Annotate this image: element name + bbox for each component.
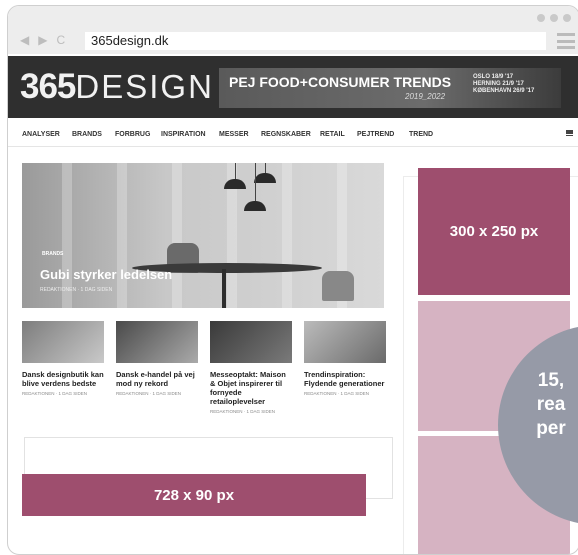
lamp-icon: [254, 173, 276, 183]
lamp-cord: [265, 163, 266, 173]
ad-leaderboard[interactable]: 728 x 90 px: [22, 474, 366, 516]
nav-item-trend[interactable]: TREND: [409, 131, 433, 138]
chair-icon: [322, 271, 354, 301]
hero-category[interactable]: BRANDS: [42, 251, 63, 257]
banner-date: HERNING 21/9 '17: [473, 81, 524, 87]
browser-toolbar: ◀ ▶ C 365design.dk: [8, 6, 578, 54]
nav-item-forbrug[interactable]: FORBRUG: [115, 131, 150, 138]
banner-title: PEJ FOOD+CONSUMER TRENDS: [229, 74, 452, 90]
forward-icon[interactable]: ▶: [38, 33, 47, 47]
logo-bold: 365: [20, 67, 76, 106]
address-bar[interactable]: 365design.dk: [85, 32, 546, 50]
hero-article[interactable]: BRANDS Gubi styrker ledelsen REDAKTIONEN…: [22, 163, 384, 308]
hero-decor: [282, 163, 292, 308]
main-nav: ANALYSER BRANDS FORBRUG INSPIRATION MESS…: [8, 126, 578, 147]
browser-nav: ◀ ▶ C: [20, 33, 65, 47]
nav-menu-icon[interactable]: [566, 130, 573, 136]
banner-date: KØBENHAVN 26/9 '17: [473, 88, 535, 94]
banner-date: OSLO 18/9 '17: [473, 74, 514, 80]
nav-item-regnskaber[interactable]: REGNSKABER: [261, 131, 311, 138]
header-banner-ad[interactable]: PEJ FOOD+CONSUMER TRENDS 2019_2022 OSLO …: [219, 68, 561, 108]
article-card[interactable]: Trendinspiration: Flydende generationer …: [304, 321, 386, 396]
hero-decor: [117, 163, 127, 308]
site-header: 365DESIGN PEJ FOOD+CONSUMER TRENDS 2019_…: [8, 56, 578, 118]
lamp-icon: [224, 179, 246, 189]
nav-item-analyser[interactable]: ANALYSER: [22, 131, 60, 138]
window-dot[interactable]: [537, 14, 545, 22]
nav-item-brands[interactable]: BRANDS: [72, 131, 102, 138]
browser-menu-icon[interactable]: [557, 33, 575, 49]
article-thumbnail[interactable]: [22, 321, 104, 363]
ad-rectangle[interactable]: 300 x 250 px: [418, 168, 570, 295]
article-meta: REDAKTIONEN · 1 DAG SIDEN: [22, 391, 88, 396]
reach-line: rea: [536, 394, 566, 415]
article-card[interactable]: Dansk e-handel på vej mod ny rekord REDA…: [116, 321, 198, 396]
window-controls: [537, 14, 571, 22]
hero-meta: REDAKTIONEN · 1 DAG SIDEN: [40, 287, 113, 293]
site-logo[interactable]: 365DESIGN: [20, 68, 214, 106]
reach-line: 15,: [537, 370, 565, 391]
nav-item-pejtrend[interactable]: PEJTREND: [357, 131, 394, 138]
nav-item-messer[interactable]: MESSER: [219, 131, 249, 138]
article-title[interactable]: Dansk designbutik kan blive verdens beds…: [22, 370, 104, 388]
article-meta: REDAKTIONEN · 1 DAG SIDEN: [304, 391, 370, 396]
banner-dates: OSLO 18/9 '17 HERNING 21/9 '17 KØBENHAVN…: [473, 74, 534, 95]
article-card[interactable]: Dansk designbutik kan blive verdens beds…: [22, 321, 104, 396]
reach-badge-text: 15, rea per: [515, 369, 578, 441]
article-title[interactable]: Messeoptakt: Maison & Objet inspirerer t…: [210, 370, 292, 406]
article-meta: REDAKTIONEN · 1 DAG SIDEN: [210, 409, 276, 414]
window-dot[interactable]: [563, 14, 571, 22]
lamp-icon: [244, 201, 266, 211]
reload-icon[interactable]: C: [56, 33, 65, 47]
article-title[interactable]: Dansk e-handel på vej mod ny rekord: [116, 370, 198, 388]
nav-item-inspiration[interactable]: INSPIRATION: [161, 131, 206, 138]
article-card[interactable]: Messeoptakt: Maison & Objet inspirerer t…: [210, 321, 292, 414]
browser-window: ◀ ▶ C 365design.dk 365DESIGN PEJ FOOD+CO…: [7, 5, 578, 555]
article-title[interactable]: Trendinspiration: Flydende generationer: [304, 370, 386, 388]
window-dot[interactable]: [550, 14, 558, 22]
reach-line: per: [536, 418, 566, 439]
banner-subtitle: 2019_2022: [405, 92, 446, 101]
article-thumbnail[interactable]: [210, 321, 292, 363]
logo-thin: DESIGN: [75, 68, 214, 105]
article-thumbnail[interactable]: [304, 321, 386, 363]
table-leg: [222, 269, 226, 308]
article-thumbnail[interactable]: [116, 321, 198, 363]
back-icon[interactable]: ◀: [20, 33, 29, 47]
article-meta: REDAKTIONEN · 1 DAG SIDEN: [116, 391, 182, 396]
lamp-cord: [255, 163, 256, 201]
hero-title[interactable]: Gubi styrker ledelsen: [40, 267, 172, 282]
hero-decor: [172, 163, 182, 308]
nav-item-retail[interactable]: RETAIL: [320, 131, 345, 138]
